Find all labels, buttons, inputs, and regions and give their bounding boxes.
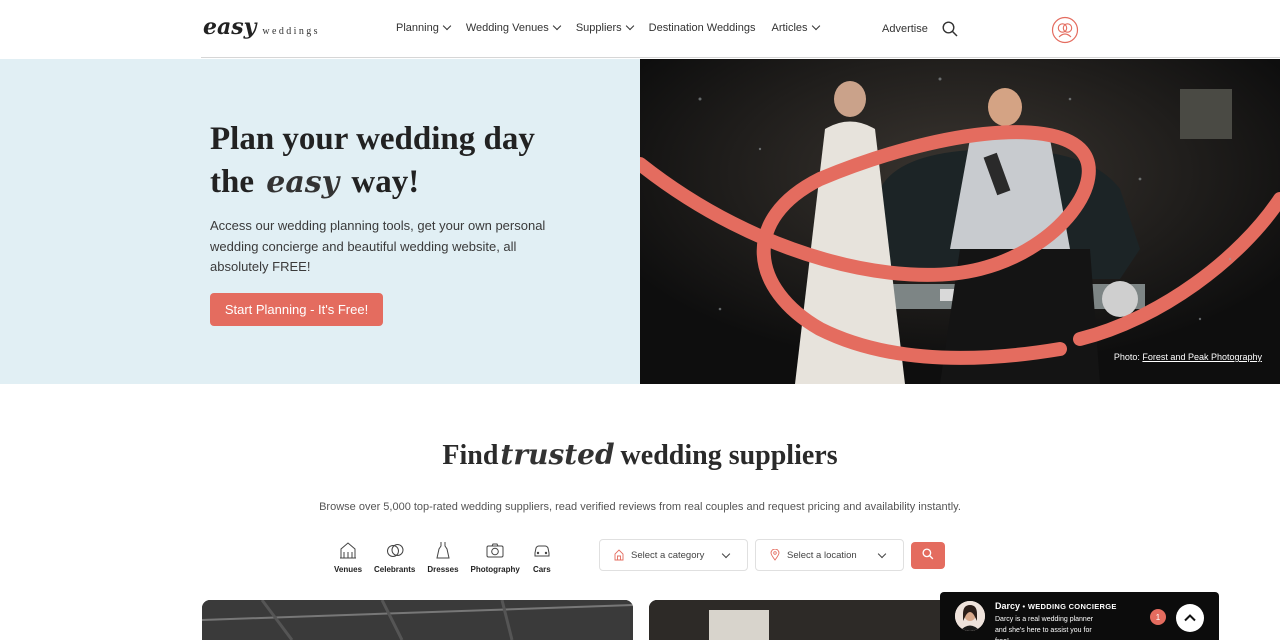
advertise-link[interactable]: Advertise xyxy=(882,23,928,35)
main-nav: Planning Wedding Venues Suppliers Destin… xyxy=(396,21,835,34)
suppliers-title: Findtrusted wedding suppliers xyxy=(0,438,1280,472)
nav-suppliers[interactable]: Suppliers xyxy=(575,21,634,34)
hero-photo: Photo: Forest and Peak Photography xyxy=(640,59,1280,384)
hero-title-line1: Plan your wedding day xyxy=(210,121,535,157)
hero-photo-art xyxy=(640,59,1280,384)
suppliers-subtitle: Browse over 5,000 top-rated wedding supp… xyxy=(319,501,961,513)
category-select-value: Select a category xyxy=(631,549,705,561)
concierge-name-text: Darcy xyxy=(995,601,1021,611)
featured-card[interactable] xyxy=(649,600,949,640)
chevron-down-icon xyxy=(552,21,562,31)
venue-icon xyxy=(340,542,356,559)
nav-articles[interactable]: Articles xyxy=(771,21,820,34)
chevron-down-icon xyxy=(625,21,634,31)
site-header: easy weddings Planning Wedding Venues Su… xyxy=(0,0,1280,58)
location-select-value: Select a location xyxy=(787,549,857,561)
hero-description: Access our wedding planning tools, get y… xyxy=(210,218,546,274)
chevron-down-icon xyxy=(877,549,887,559)
category-select[interactable]: Select a category xyxy=(599,539,748,571)
concierge-role: WEDDING CONCIERGE xyxy=(1027,602,1117,611)
location-select[interactable]: Select a location xyxy=(755,539,904,571)
expand-chat-button[interactable] xyxy=(1176,604,1204,632)
logo-script: easy xyxy=(203,14,257,40)
category-venues[interactable]: Venues xyxy=(334,540,362,574)
hero-title: Plan your wedding day the easy way! xyxy=(210,118,610,204)
chevron-up-icon xyxy=(1184,614,1196,622)
hero-title-easy: easy xyxy=(266,165,340,200)
car-icon xyxy=(534,545,550,557)
category-cars-label: Cars xyxy=(532,565,551,574)
nav-articles-label: Articles xyxy=(771,22,808,34)
hero-title-way: way! xyxy=(351,164,420,200)
chevron-down-icon xyxy=(811,21,820,31)
photo-credit: Photo: Forest and Peak Photography xyxy=(1114,352,1262,362)
card-image xyxy=(649,600,949,640)
featured-card[interactable] xyxy=(202,600,633,640)
search-icon xyxy=(922,548,934,560)
category-celebrants[interactable]: Celebrants xyxy=(374,540,415,574)
category-dresses-label: Dresses xyxy=(427,565,459,574)
photo-credit-prefix: Photo: xyxy=(1113,352,1140,362)
dress-icon xyxy=(436,542,450,559)
supplier-search-button[interactable] xyxy=(911,542,945,569)
nav-venues-label: Wedding Venues xyxy=(465,22,549,34)
chevron-down-icon xyxy=(721,549,731,559)
camera-icon xyxy=(486,543,504,558)
nav-suppliers-label: Suppliers xyxy=(575,22,622,34)
suppliers-title-rest: wedding suppliers xyxy=(620,440,838,471)
location-pin-icon xyxy=(770,549,780,561)
category-dresses[interactable]: Dresses xyxy=(427,540,459,574)
nav-wedding-venues[interactable]: Wedding Venues xyxy=(465,21,562,34)
card-image xyxy=(202,600,633,640)
category-cars[interactable]: Cars xyxy=(532,540,552,574)
chevron-down-icon xyxy=(442,21,452,31)
nav-planning[interactable]: Planning xyxy=(396,21,452,34)
category-celebrants-label: Celebrants xyxy=(374,565,416,574)
hero-title-the: the xyxy=(210,164,254,200)
user-account-icon[interactable] xyxy=(1051,16,1079,44)
suppliers-title-trusted: trusted xyxy=(500,438,615,471)
logo-word: weddings xyxy=(262,26,320,37)
search-icon[interactable] xyxy=(942,21,958,37)
suppliers-title-find: Find xyxy=(442,440,499,471)
category-shortcuts: Venues Celebrants Dresses Photography Ca… xyxy=(334,540,564,574)
category-photography-label: Photography xyxy=(470,565,520,574)
rings-icon xyxy=(386,544,404,557)
nav-destination-label: Destination Weddings xyxy=(648,22,756,34)
category-photography[interactable]: Photography xyxy=(471,540,520,574)
start-planning-button[interactable]: Start Planning - It's Free! xyxy=(210,293,383,326)
nav-planning-label: Planning xyxy=(396,22,439,34)
avatar xyxy=(955,601,985,631)
nav-destination-weddings[interactable]: Destination Weddings xyxy=(649,22,756,34)
photo-credit-link[interactable]: Forest and Peak Photography xyxy=(1142,352,1262,362)
category-venues-label: Venues xyxy=(334,565,363,574)
concierge-name: Darcy • WEDDING CONCIERGE xyxy=(995,601,1117,611)
venue-outline-icon xyxy=(614,549,624,561)
notification-badge: 1 xyxy=(1150,609,1166,625)
concierge-description: Darcy is a real wedding planner and she'… xyxy=(995,616,1094,640)
header-divider xyxy=(201,57,1280,58)
logo[interactable]: easy weddings xyxy=(203,14,320,40)
